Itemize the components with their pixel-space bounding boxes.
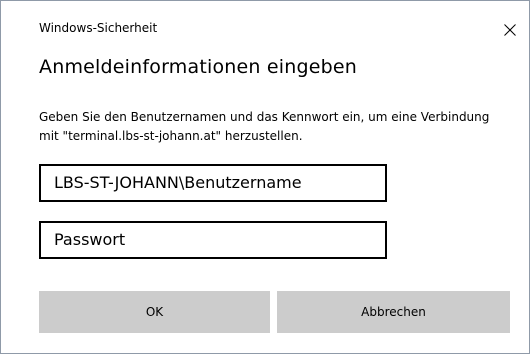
close-button[interactable] bbox=[493, 11, 529, 45]
title-bar: Windows-Sicherheit bbox=[1, 1, 529, 45]
cancel-button[interactable]: Abbrechen bbox=[277, 291, 510, 333]
password-field[interactable]: Passwort bbox=[39, 221, 387, 259]
dialog-description: Geben Sie den Benutzernamen und das Kenn… bbox=[39, 110, 490, 143]
dialog-heading: Anmeldeinformationen eingeben bbox=[39, 56, 358, 78]
credentials-dialog: Windows-Sicherheit Anmeldeinformationen … bbox=[0, 0, 530, 354]
username-value: LBS-ST-JOHANN\Benutzername bbox=[54, 173, 302, 192]
window-title: Windows-Sicherheit bbox=[39, 21, 158, 35]
close-icon bbox=[504, 24, 516, 36]
username-field[interactable]: LBS-ST-JOHANN\Benutzername bbox=[39, 164, 387, 202]
password-placeholder: Passwort bbox=[54, 230, 126, 249]
ok-button[interactable]: OK bbox=[39, 291, 270, 333]
